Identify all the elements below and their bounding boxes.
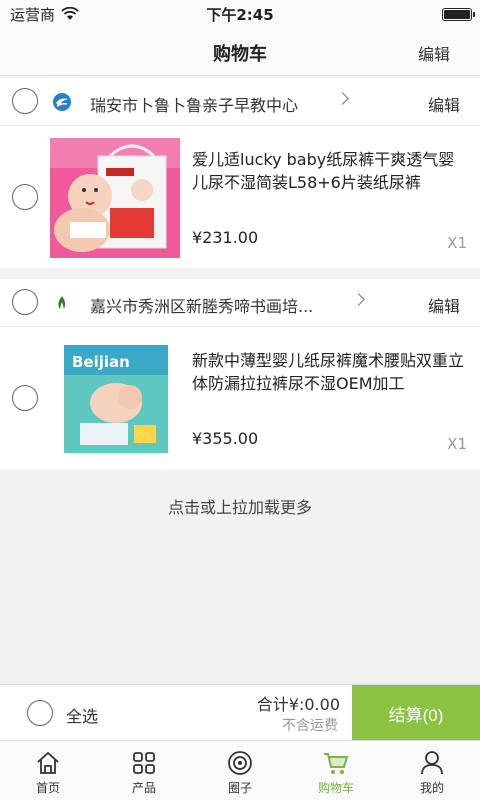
total-amount: 合计¥:0.00 bbox=[256, 695, 340, 714]
product-quantity: X1 bbox=[447, 234, 467, 252]
product-brand-text: Beijian bbox=[72, 353, 130, 371]
tab-circle[interactable]: 圈子 bbox=[192, 741, 288, 800]
status-time: 下午2:45 bbox=[206, 5, 274, 24]
shipping-note: 不含运费 bbox=[282, 718, 338, 734]
shop-group: 瑞安市卜鲁卜鲁亲子早教中心 编辑 爱儿适lucky baby纸尿裤干爽透气婴儿尿… bbox=[0, 78, 480, 268]
checkout-button[interactable]: 结算(0) bbox=[352, 685, 480, 741]
shop-edit-button[interactable]: 编辑 bbox=[428, 92, 460, 116]
product-price: ¥355.00 bbox=[192, 429, 259, 448]
edit-button[interactable]: 编辑 bbox=[418, 41, 450, 65]
home-icon bbox=[37, 751, 59, 774]
shop-edit-button[interactable]: 编辑 bbox=[428, 293, 460, 317]
grid-icon bbox=[133, 752, 155, 774]
cart-item: 爱儿适lucky baby纸尿裤干爽透气婴儿尿不湿简装L58+6片装纸尿裤 ¥2… bbox=[0, 126, 480, 268]
product-price: ¥231.00 bbox=[192, 228, 259, 247]
battery-icon bbox=[442, 8, 475, 21]
circle-icon bbox=[228, 751, 252, 775]
shop-header: 瑞安市卜鲁卜鲁亲子早教中心 编辑 bbox=[0, 78, 480, 126]
item-select-radio[interactable] bbox=[12, 184, 38, 210]
product-title[interactable]: 新款中薄型婴儿纸尿裤魔术腰贴双重立体防漏拉拉裤尿不湿OEM加工 bbox=[192, 349, 467, 395]
select-all-label[interactable]: 全选 bbox=[66, 703, 98, 727]
product-image[interactable]: Beijian bbox=[50, 339, 180, 459]
shop-select-radio[interactable] bbox=[12, 289, 38, 315]
status-bar: 运营商 下午2:45 bbox=[0, 0, 480, 28]
cart-item: Beijian 新款中薄型婴儿纸尿裤魔术腰贴双重立体防漏拉拉裤尿不湿OEM加工 … bbox=[0, 327, 480, 469]
nav-bar: 购物车 编辑 bbox=[0, 28, 480, 76]
select-all-radio[interactable] bbox=[27, 700, 53, 726]
product-image[interactable] bbox=[50, 138, 180, 258]
shop-name[interactable]: 瑞安市卜鲁卜鲁亲子早教中心 bbox=[90, 92, 298, 116]
shop-group: 嘉兴市秀洲区新塍秀啼书画培... 编辑 Beijian 新款中薄型婴儿纸尿裤魔术… bbox=[0, 279, 480, 469]
load-more-link[interactable]: 点击或上拉加载更多 bbox=[0, 494, 480, 518]
user-icon bbox=[421, 751, 443, 775]
chevron-right-icon[interactable] bbox=[352, 293, 365, 306]
product-title[interactable]: 爱儿适lucky baby纸尿裤干爽透气婴儿尿不湿简装L58+6片装纸尿裤 bbox=[192, 148, 467, 194]
cart-icon bbox=[324, 753, 349, 774]
item-select-radio[interactable] bbox=[12, 385, 38, 411]
tab-bar: 首页 产品 圈子 购物车 我的 bbox=[0, 740, 480, 800]
tab-label: 首页 bbox=[35, 781, 60, 795]
shop-name[interactable]: 嘉兴市秀洲区新塍秀啼书画培... bbox=[90, 293, 313, 317]
page-title: 购物车 bbox=[213, 44, 267, 65]
tab-products[interactable]: 产品 bbox=[96, 741, 192, 800]
tab-label: 产品 bbox=[131, 781, 156, 795]
shop-header: 嘉兴市秀洲区新塍秀啼书画培... 编辑 bbox=[0, 279, 480, 327]
shop-logo-icon bbox=[58, 296, 66, 309]
tab-home[interactable]: 首页 bbox=[0, 741, 96, 800]
tab-mine[interactable]: 我的 bbox=[384, 741, 480, 800]
shop-select-radio[interactable] bbox=[12, 88, 38, 114]
tab-label: 我的 bbox=[419, 781, 444, 795]
checkout-bar: 全选 合计¥:0.00 不含运费 结算(0) bbox=[0, 684, 480, 741]
tab-cart[interactable]: 购物车 bbox=[288, 741, 384, 800]
shop-logo-icon bbox=[53, 93, 71, 111]
chevron-right-icon[interactable] bbox=[336, 92, 349, 105]
tab-label: 圈子 bbox=[227, 781, 252, 795]
product-quantity: X1 bbox=[447, 435, 467, 453]
tab-label: 购物车 bbox=[317, 781, 354, 795]
